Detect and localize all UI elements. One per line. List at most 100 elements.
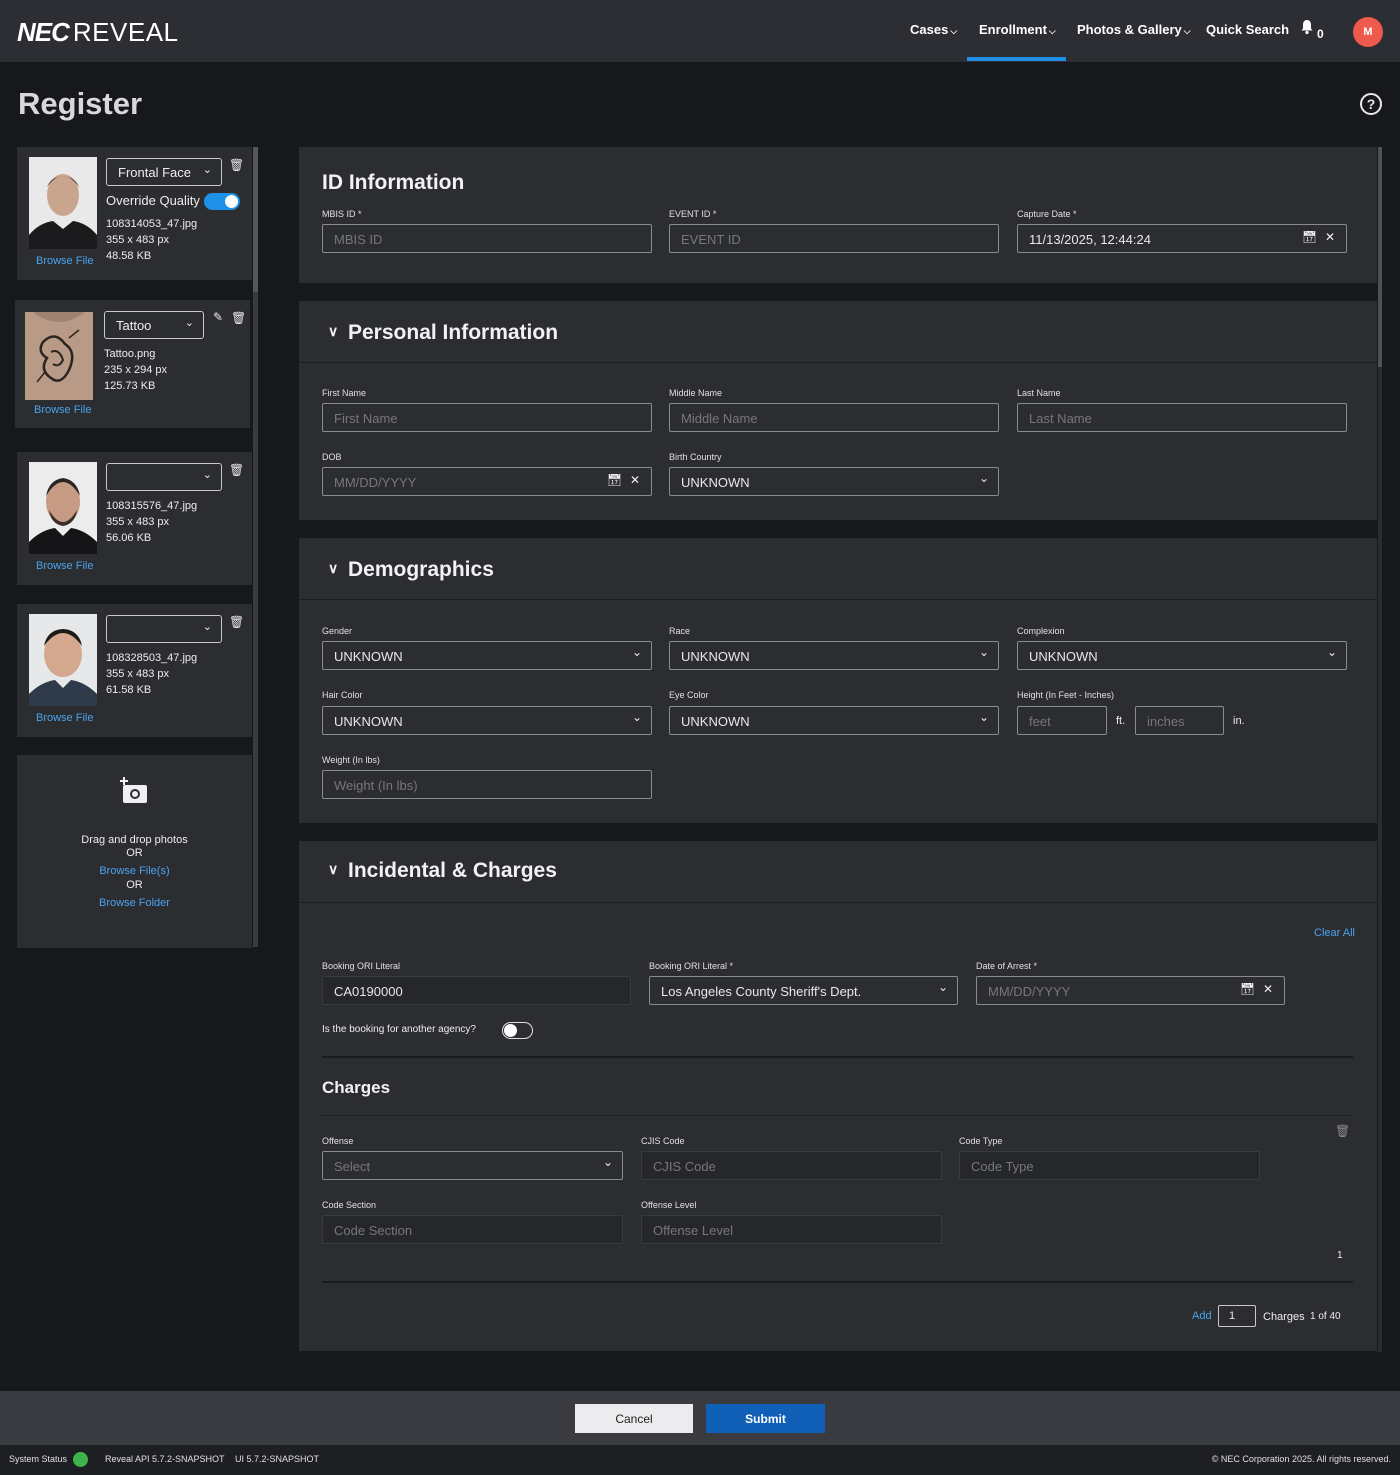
chevron-down-icon: ⌄ (1326, 645, 1337, 659)
photo-card: ⌄ 🗑︎ 108315576_47.jpg 355 x 483 px 56.06 K… (17, 452, 252, 585)
photo-thumbnail[interactable] (29, 462, 97, 554)
status-indicator (73, 1452, 88, 1467)
bell-icon[interactable] (1300, 19, 1314, 40)
height-feet-input[interactable]: feet (1017, 706, 1107, 735)
photo-meta: 108328503_47.jpg 355 x 483 px 61.58 KB (106, 652, 198, 696)
middle-name-input[interactable]: Middle Name (669, 403, 999, 432)
browse-file-link[interactable]: Browse File (36, 712, 93, 724)
booking-ori-literal-input[interactable]: CA0190000 (322, 976, 631, 1005)
photo-type-select[interactable]: ⌄ (106, 463, 222, 491)
first-name-input[interactable]: First Name (322, 403, 652, 432)
divider (299, 362, 1377, 363)
add-charges-count-input[interactable]: 1 (1218, 1305, 1256, 1327)
field-label: Offense (322, 1136, 354, 1146)
photo-type-select[interactable]: Tattoo ⌄ (104, 311, 204, 339)
height-inches-input[interactable]: inches (1135, 706, 1224, 735)
calendar-icon[interactable]: 📅︎ (1302, 230, 1317, 244)
hair-color-select[interactable]: UNKNOWN ⌄ (322, 706, 652, 735)
dropzone-or: OR (126, 847, 143, 859)
eye-color-select[interactable]: UNKNOWN ⌄ (669, 706, 999, 735)
trash-icon[interactable]: 🗑︎ (229, 158, 244, 172)
cjis-code-input[interactable]: CJIS Code (641, 1151, 942, 1180)
gender-select[interactable]: UNKNOWN ⌄ (322, 641, 652, 670)
section-title[interactable]: Personal Information (348, 321, 558, 345)
copyright: © NEC Corporation 2025. All rights reser… (1211, 1454, 1391, 1464)
field-label: Weight (In lbs) (322, 755, 380, 765)
chevron-down-icon[interactable]: ∨ (328, 861, 338, 878)
override-quality-toggle[interactable] (204, 193, 240, 210)
app-logo[interactable]: NEC REVEAL (17, 17, 179, 48)
field-label: Middle Name (669, 388, 723, 398)
field-label: Booking ORI Literal (322, 961, 401, 971)
clear-all-link[interactable]: Clear All (1314, 927, 1355, 939)
chevron-down-icon: ⌄ (978, 645, 989, 659)
browse-folder-link[interactable]: Browse Folder (17, 897, 252, 909)
add-photo-icon[interactable] (119, 777, 149, 805)
photo-thumbnail[interactable] (25, 310, 93, 402)
race-select[interactable]: UNKNOWN ⌄ (669, 641, 999, 670)
charges-title: Charges (322, 1078, 391, 1097)
photo-type-select[interactable]: ⌄ (106, 615, 222, 643)
avatar[interactable]: M (1353, 17, 1383, 47)
photo-thumbnail[interactable] (29, 157, 97, 249)
close-icon[interactable]: ✕ (1325, 230, 1335, 244)
cancel-button[interactable]: Cancel (575, 1404, 693, 1433)
capture-date-input[interactable]: 11/13/2025, 12:44:24 📅︎ ✕ (1017, 224, 1347, 253)
field-label: Race (669, 626, 691, 636)
weight-input[interactable]: Weight (In lbs) (322, 770, 652, 799)
mbis-id-input[interactable]: MBIS ID (322, 224, 652, 253)
main-scrollbar-thumb[interactable] (1378, 147, 1382, 367)
photo-thumbnail[interactable] (29, 614, 97, 706)
code-type-input[interactable]: Code Type (959, 1151, 1260, 1180)
photo-type-select[interactable]: Frontal Face ⌄ (106, 158, 222, 186)
photo-dropzone[interactable]: Drag and drop photos OR Browse File(s) O… (17, 755, 252, 948)
nav-quick-search[interactable]: Quick Search (1206, 22, 1289, 37)
chevron-down-icon: ⌄ (202, 164, 212, 176)
field-label: Offense Level (641, 1200, 697, 1210)
chevron-down-icon[interactable]: ∨ (328, 560, 338, 577)
trash-icon[interactable]: 🗑︎ (1335, 1124, 1350, 1138)
trash-icon[interactable]: 🗑︎ (229, 615, 244, 629)
nav-cases[interactable]: Cases ⌵ (910, 22, 957, 37)
chevron-down-icon: ⌄ (184, 317, 194, 329)
event-id-input[interactable]: EVENT ID (669, 224, 999, 253)
browse-file-link[interactable]: Browse File (36, 255, 93, 267)
code-section-input[interactable]: Code Section (322, 1215, 623, 1244)
calendar-icon[interactable]: 📅︎ (607, 473, 622, 487)
nav-enrollment[interactable]: Enrollment ⌵ (979, 22, 1056, 37)
photo-meta: Tattoo.png 235 x 294 px 125.73 KB (104, 348, 167, 392)
offense-level-input[interactable]: Offense Level (641, 1215, 942, 1244)
divider (322, 1115, 1353, 1116)
submit-button[interactable]: Submit (706, 1404, 825, 1433)
system-status-label: System Status (9, 1454, 68, 1464)
chevron-down-icon[interactable]: ∨ (328, 323, 338, 340)
birth-country-select[interactable]: UNKNOWN ⌄ (669, 467, 999, 496)
booking-ori-select[interactable]: Los Angeles County Sheriff's Dept. ⌄ (649, 976, 958, 1005)
last-name-input[interactable]: Last Name (1017, 403, 1347, 432)
trash-icon[interactable]: 🗑︎ (231, 311, 246, 325)
pencil-icon[interactable]: ✎ (213, 310, 223, 324)
help-icon[interactable]: ? (1360, 93, 1382, 115)
offense-select[interactable]: Select ⌄ (322, 1151, 623, 1180)
section-title[interactable]: Incidental & Charges (348, 859, 557, 883)
calendar-icon[interactable]: 📅︎ (1240, 982, 1255, 996)
chevron-down-icon: ⌄ (978, 710, 989, 724)
field-label: DOB (322, 452, 342, 462)
browse-file-link[interactable]: Browse File (36, 560, 93, 572)
add-charges-link[interactable]: Add (1192, 1310, 1212, 1322)
other-agency-toggle[interactable] (502, 1022, 533, 1039)
inches-unit: in. (1233, 715, 1245, 727)
browse-file-link[interactable]: Browse File (34, 404, 91, 416)
complexion-select[interactable]: UNKNOWN ⌄ (1017, 641, 1347, 670)
trash-icon[interactable]: 🗑︎ (229, 463, 244, 477)
browse-files-link[interactable]: Browse File(s) (17, 865, 252, 877)
close-icon[interactable]: ✕ (630, 473, 640, 487)
dob-input[interactable]: MM/DD/YYYY 📅︎ ✕ (322, 467, 652, 496)
field-label: Gender (322, 626, 353, 636)
section-title[interactable]: Demographics (348, 558, 494, 582)
date-of-arrest-input[interactable]: MM/DD/YYYY 📅︎ ✕ (976, 976, 1285, 1005)
field-label: Last Name (1017, 388, 1061, 398)
left-scrollbar-thumb[interactable] (253, 147, 258, 292)
close-icon[interactable]: ✕ (1263, 982, 1273, 996)
nav-photos-gallery[interactable]: Photos & Gallery ⌵ (1077, 22, 1191, 37)
